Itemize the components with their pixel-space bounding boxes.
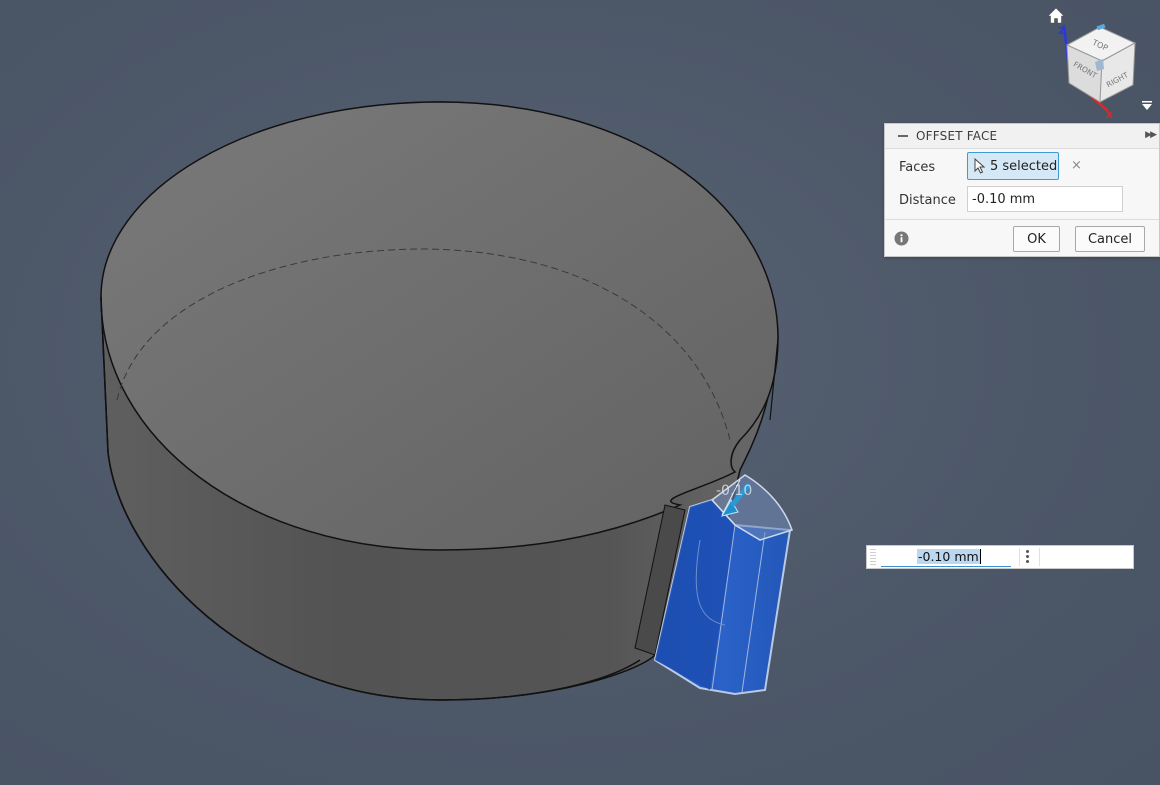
info-icon[interactable] bbox=[894, 231, 909, 246]
floating-value-field[interactable]: -0.10 mm bbox=[881, 547, 1011, 567]
model-canvas: -0.10 bbox=[100, 101, 793, 701]
z-axis-label: Z bbox=[1058, 26, 1065, 37]
floating-input-divider bbox=[1039, 548, 1040, 566]
expand-icon[interactable]: ▶▶ bbox=[1145, 130, 1157, 140]
manipulator-value-label: -0.10 bbox=[716, 483, 752, 499]
faces-selection-button[interactable]: 5 selected bbox=[967, 152, 1059, 180]
close-icon[interactable]: × bbox=[1071, 158, 1082, 173]
3d-viewport[interactable]: -0.10 bbox=[0, 0, 1160, 785]
home-icon[interactable] bbox=[1046, 6, 1066, 26]
cursor-select-icon bbox=[974, 158, 986, 174]
collapse-icon[interactable] bbox=[898, 135, 908, 137]
distance-row: Distance bbox=[885, 186, 1159, 214]
distance-input[interactable] bbox=[967, 186, 1123, 212]
faces-selection-count: 5 selected bbox=[990, 158, 1058, 174]
faces-row: Faces 5 selected × bbox=[885, 152, 1159, 182]
dropdown-arrow-icon[interactable] bbox=[1140, 100, 1154, 112]
cancel-button[interactable]: Cancel bbox=[1075, 226, 1145, 252]
faces-label: Faces bbox=[899, 159, 936, 175]
distance-label: Distance bbox=[899, 192, 956, 208]
panel-title: OFFSET FACE bbox=[916, 129, 998, 143]
ok-button[interactable]: OK bbox=[1013, 226, 1060, 252]
offset-face-panel: OFFSET FACE ▶▶ Faces 5 selected × Distan… bbox=[884, 123, 1160, 257]
x-axis-label: X bbox=[1106, 111, 1113, 120]
panel-footer: OK Cancel bbox=[885, 219, 1159, 257]
panel-header: OFFSET FACE ▶▶ bbox=[885, 124, 1159, 149]
floating-distance-input[interactable]: -0.10 mm bbox=[866, 545, 1134, 569]
more-vertical-icon[interactable] bbox=[1019, 548, 1034, 566]
floating-value-text[interactable]: -0.10 mm bbox=[917, 549, 981, 564]
drag-handle[interactable] bbox=[870, 549, 876, 565]
